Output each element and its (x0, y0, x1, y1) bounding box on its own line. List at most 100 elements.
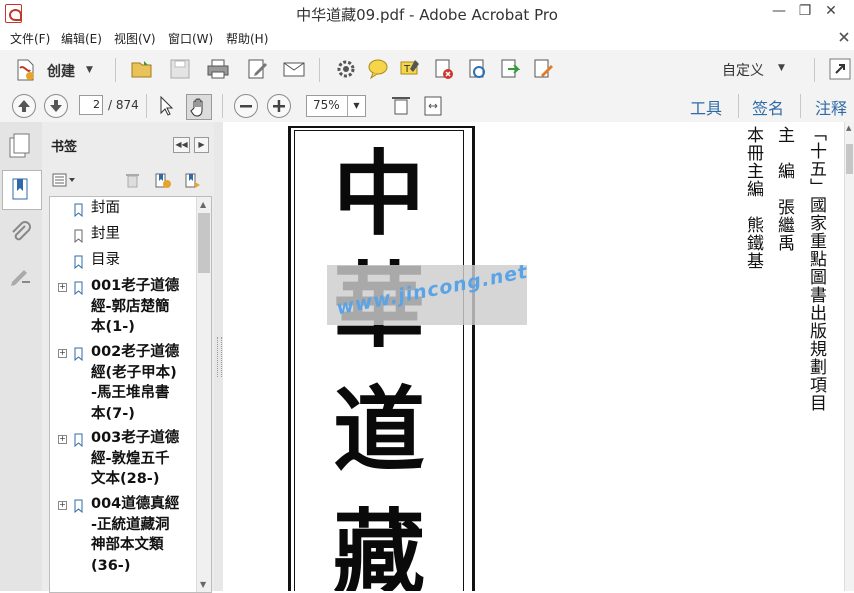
chevron-down-icon: ▼ (778, 63, 785, 73)
menu-bar: 文件(F) 编辑(E) 视图(V) 窗口(W) 帮助(H) (0, 26, 854, 51)
bookmark-icon (74, 433, 83, 448)
rotate-icon[interactable] (465, 57, 489, 81)
bookmark-icon (74, 255, 83, 270)
email-icon[interactable] (282, 57, 306, 81)
bookmark-options-dropdown[interactable] (52, 172, 78, 188)
expand-toggle-icon[interactable]: + (58, 435, 67, 444)
document-view[interactable]: 中 華 道 藏 www.jincong.net 「十五」國家重點圖書出版規劃項目… (223, 122, 854, 591)
close-icon[interactable]: ✕ (818, 0, 844, 24)
toolbar-separator (319, 58, 320, 82)
fit-width-icon[interactable] (421, 94, 445, 118)
delete-page-icon[interactable] (432, 57, 456, 81)
menu-help[interactable]: 帮助(H) (226, 30, 268, 47)
toolbar-separator (115, 58, 116, 82)
main-toolbar: 创建 ▼ T 自定义 ▼ (0, 50, 854, 91)
bookmark-label-line: 神部本文類 (91, 537, 164, 553)
bookmark-item[interactable]: + 003老子道德 經-敦煌五千 文本(28-) (50, 428, 195, 495)
zoom-value: 75% (313, 98, 340, 112)
bookmark-item[interactable]: 封里 (50, 226, 195, 251)
menu-edit[interactable]: 编辑(E) (61, 30, 102, 47)
bookmark-label-line: 004道德真經 (91, 496, 180, 512)
bookmark-label-line: 001老子道德 (91, 278, 180, 294)
scrollbar-thumb[interactable] (846, 144, 853, 174)
window-title: 中华道藏09.pdf - Adobe Acrobat Pro (296, 6, 558, 24)
bookmark-label: 001老子道德 經-郭店楚簡 本(1-) (91, 276, 195, 338)
bookmark-item[interactable]: + 002老子道德 經(老子甲本) -馬王堆帛書 本(7-) (50, 344, 195, 429)
bookmark-label-line: 本(7-) (91, 405, 135, 422)
plus-icon (273, 100, 285, 112)
zoom-out-button[interactable] (234, 94, 258, 118)
bookmark-item[interactable]: + 001老子道德 經-郭店楚簡 本(1-) (50, 276, 195, 343)
expand-bookmark-icon[interactable] (183, 172, 201, 188)
expand-toggle-icon[interactable]: + (58, 501, 67, 510)
minimize-icon[interactable]: — (766, 0, 792, 24)
bookmarks-list: 封面 封里 目录 + 001老子道德 經-郭店楚簡 本(1-) + 002老子道… (49, 196, 212, 593)
export-icon[interactable] (498, 57, 522, 81)
save-icon[interactable] (168, 57, 192, 81)
cover-title-char: 中 (333, 140, 426, 248)
delete-bookmark-icon[interactable] (124, 172, 140, 188)
sign-icon[interactable] (531, 57, 555, 81)
bookmarks-panel: 书签 ◀◀ ▶ 封面 封里 目录 + 001老子道德 經-郭店楚簡 本(1-) … (42, 122, 215, 593)
scroll-down-icon[interactable]: ▼ (200, 580, 206, 589)
next-page-button[interactable] (44, 94, 68, 118)
tab-tools[interactable]: 工具 (690, 95, 722, 119)
expand-toggle-icon[interactable]: + (58, 283, 67, 292)
cover-title-char: 道 (333, 376, 426, 484)
cover-title-char: 藏 (333, 499, 426, 591)
edit-icon[interactable] (245, 57, 269, 81)
bookmark-label: 003老子道德 經-敦煌五千 文本(28-) (91, 428, 195, 490)
signatures-icon[interactable] (8, 262, 34, 288)
fit-page-icon[interactable] (389, 94, 413, 118)
collapse-panel-icon[interactable]: ◀◀ (173, 137, 190, 153)
settings-icon[interactable] (334, 57, 358, 81)
expand-icon[interactable] (828, 57, 852, 81)
panel-options-icon[interactable]: ▶ (194, 137, 209, 153)
select-cursor-icon[interactable] (153, 94, 177, 118)
menu-window[interactable]: 窗口(W) (168, 30, 213, 47)
scroll-up-icon[interactable]: ▲ (846, 124, 851, 132)
project-note-column: 「十五」國家重點圖書出版規劃項目 (806, 124, 826, 412)
create-button[interactable]: 创建 ▼ (10, 56, 100, 84)
scroll-up-icon[interactable]: ▲ (200, 200, 206, 209)
scrollbar-thumb[interactable] (198, 213, 210, 273)
bookmark-label-line: -正統道藏洞 (91, 516, 170, 533)
attachments-icon[interactable] (8, 220, 34, 246)
bookmark-item[interactable]: 目录 (50, 252, 195, 277)
expand-toggle-icon[interactable]: + (58, 349, 67, 358)
open-folder-icon[interactable] (130, 57, 154, 81)
print-icon[interactable] (206, 57, 230, 81)
toolbar-separator (800, 94, 801, 118)
bookmark-item[interactable]: 封面 (50, 200, 195, 225)
hand-tool-icon[interactable] (186, 94, 212, 120)
comment-icon[interactable] (366, 57, 390, 81)
page-count: / 874 (108, 98, 139, 112)
close-document-icon[interactable] (838, 31, 850, 43)
menu-file[interactable]: 文件(F) (10, 30, 50, 47)
bookmark-label-line: -馬王堆帛書 (91, 385, 170, 401)
tab-sign[interactable]: 签名 (752, 95, 784, 119)
new-bookmark-icon[interactable] (153, 172, 171, 188)
bookmark-label: 封面 (91, 200, 120, 216)
tab-comment[interactable]: 注释 (815, 95, 847, 119)
bookmark-label-line: 文本(28-) (91, 471, 160, 487)
bookmarks-panel-icon[interactable] (2, 170, 42, 210)
bookmark-label-line: 經(老子甲本) (91, 364, 177, 381)
customize-label: 自定义 (722, 63, 764, 79)
zoom-in-button[interactable] (267, 94, 291, 118)
customize-dropdown[interactable]: 自定义 ▼ (714, 59, 794, 79)
document-scrollbar[interactable]: ▲ (844, 122, 854, 591)
zoom-select[interactable]: 75% ▼ (306, 95, 366, 117)
navigation-pane-rail (0, 122, 43, 591)
highlight-icon[interactable]: T (398, 57, 422, 81)
bookmark-label-line: 002老子道德 (91, 344, 180, 360)
previous-page-button[interactable] (12, 94, 36, 118)
menu-view[interactable]: 视图(V) (114, 30, 156, 47)
bookmark-item[interactable]: + 004道德真經 -正統道藏洞 神部本文類 (36-) (50, 496, 195, 581)
page-thumbnails-icon[interactable] (7, 132, 33, 160)
bookmarks-scrollbar[interactable]: ▲ ▼ (196, 197, 211, 592)
restore-icon[interactable]: ❐ (792, 0, 818, 24)
toolbar-separator (738, 94, 739, 118)
minus-icon (240, 105, 252, 108)
page-number-input[interactable]: 2 (79, 95, 103, 115)
